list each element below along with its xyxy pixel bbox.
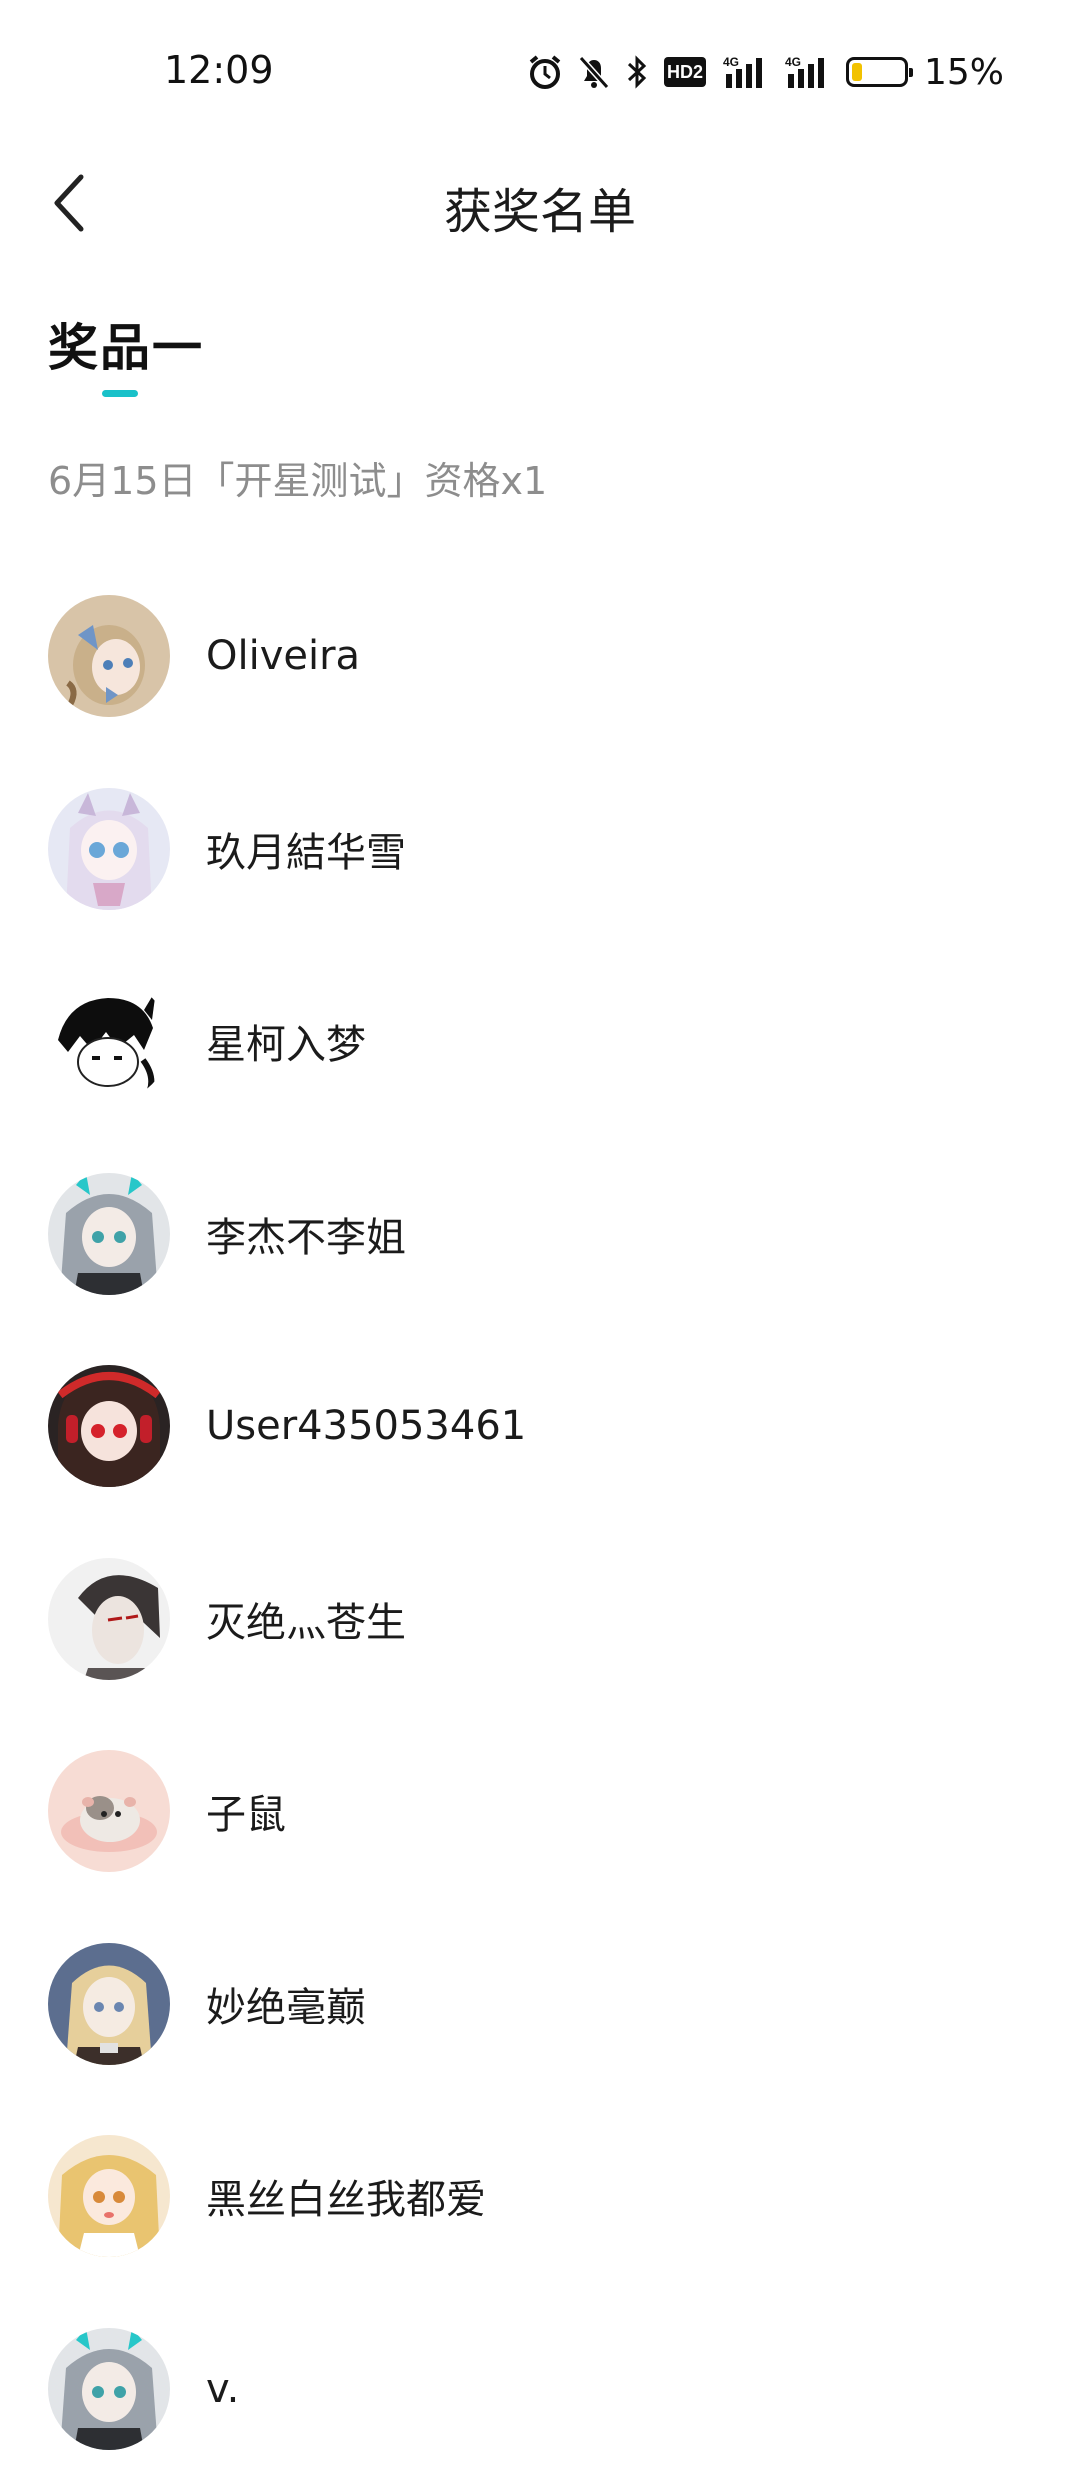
battery-level (852, 63, 862, 81)
signal-4g-icon: 4G (722, 54, 768, 90)
anime-boy-avatar-icon (48, 1558, 170, 1680)
winner-name: User435053461 (206, 1403, 526, 1449)
avatar[interactable] (48, 1943, 170, 2065)
list-item[interactable]: 黑丝白丝我都爱 (0, 2100, 1080, 2293)
anime-girl-avatar-icon (48, 1173, 170, 1295)
list-item[interactable]: 星柯入梦 (0, 945, 1080, 1138)
winner-name: Oliveira (206, 633, 360, 679)
tab-active-indicator (102, 390, 138, 397)
winner-name: 星柯入梦 (206, 1012, 366, 1070)
avatar[interactable] (48, 2328, 170, 2450)
winner-name: 灭绝灬苍生 (206, 1590, 406, 1648)
winner-name: v. (206, 2366, 239, 2412)
anime-girl-avatar-icon (48, 788, 170, 910)
sketch-avatar-icon (48, 980, 170, 1102)
winner-list: Oliveira 玖月結华雪 (0, 560, 1080, 2485)
bluetooth-icon (626, 54, 648, 90)
list-item[interactable]: User435053461 (0, 1330, 1080, 1523)
anime-girl-avatar-icon (48, 2135, 170, 2257)
anime-girl-avatar-icon (48, 2328, 170, 2450)
page-title: 获奖名单 (0, 172, 1080, 242)
status-icons: HD2 4G 4G 15% (528, 50, 1004, 94)
winner-name: 黑丝白丝我都爱 (206, 2167, 486, 2225)
hd-voice-icon: HD2 (664, 57, 706, 87)
status-time: 12:09 (164, 48, 274, 92)
list-item[interactable]: v. (0, 2293, 1080, 2485)
list-item[interactable]: 李杰不李姐 (0, 1138, 1080, 1331)
tab-prize-one[interactable]: 奖品一 (48, 308, 204, 380)
winner-name: 子鼠 (206, 1782, 286, 1840)
hamster-avatar-icon (48, 1750, 170, 1872)
avatar[interactable] (48, 1365, 170, 1487)
winner-name: 妙绝毫巅 (206, 1975, 366, 2033)
prize-description: 6月15日「开星测试」资格x1 (48, 450, 547, 505)
anime-girl-avatar-icon (48, 1365, 170, 1487)
alarm-icon (528, 54, 562, 90)
battery-icon (846, 57, 908, 87)
anime-girl-avatar-icon (48, 595, 170, 717)
list-item[interactable]: 子鼠 (0, 1715, 1080, 1908)
avatar[interactable] (48, 980, 170, 1102)
avatar[interactable] (48, 1558, 170, 1680)
winner-name: 李杰不李姐 (206, 1205, 406, 1263)
battery-percent: 15% (924, 52, 1004, 93)
avatar[interactable] (48, 2135, 170, 2257)
nav-bar: 获奖名单 (0, 140, 1080, 270)
anime-girl-avatar-icon (48, 1943, 170, 2065)
avatar[interactable] (48, 1173, 170, 1295)
silent-bell-icon (578, 54, 610, 90)
svg-text:4G: 4G (785, 55, 801, 69)
tab-label: 奖品一 (48, 308, 204, 380)
avatar[interactable] (48, 1750, 170, 1872)
winner-name: 玖月結华雪 (206, 820, 406, 878)
list-item[interactable]: 妙绝毫巅 (0, 1908, 1080, 2101)
list-item[interactable]: 灭绝灬苍生 (0, 1523, 1080, 1716)
svg-text:4G: 4G (723, 55, 739, 69)
avatar[interactable] (48, 595, 170, 717)
list-item[interactable]: Oliveira (0, 560, 1080, 753)
avatar[interactable] (48, 788, 170, 910)
list-item[interactable]: 玖月結华雪 (0, 753, 1080, 946)
signal-4g-icon: 4G (784, 54, 830, 90)
status-bar: 12:09 HD2 4G 4G (0, 0, 1080, 140)
